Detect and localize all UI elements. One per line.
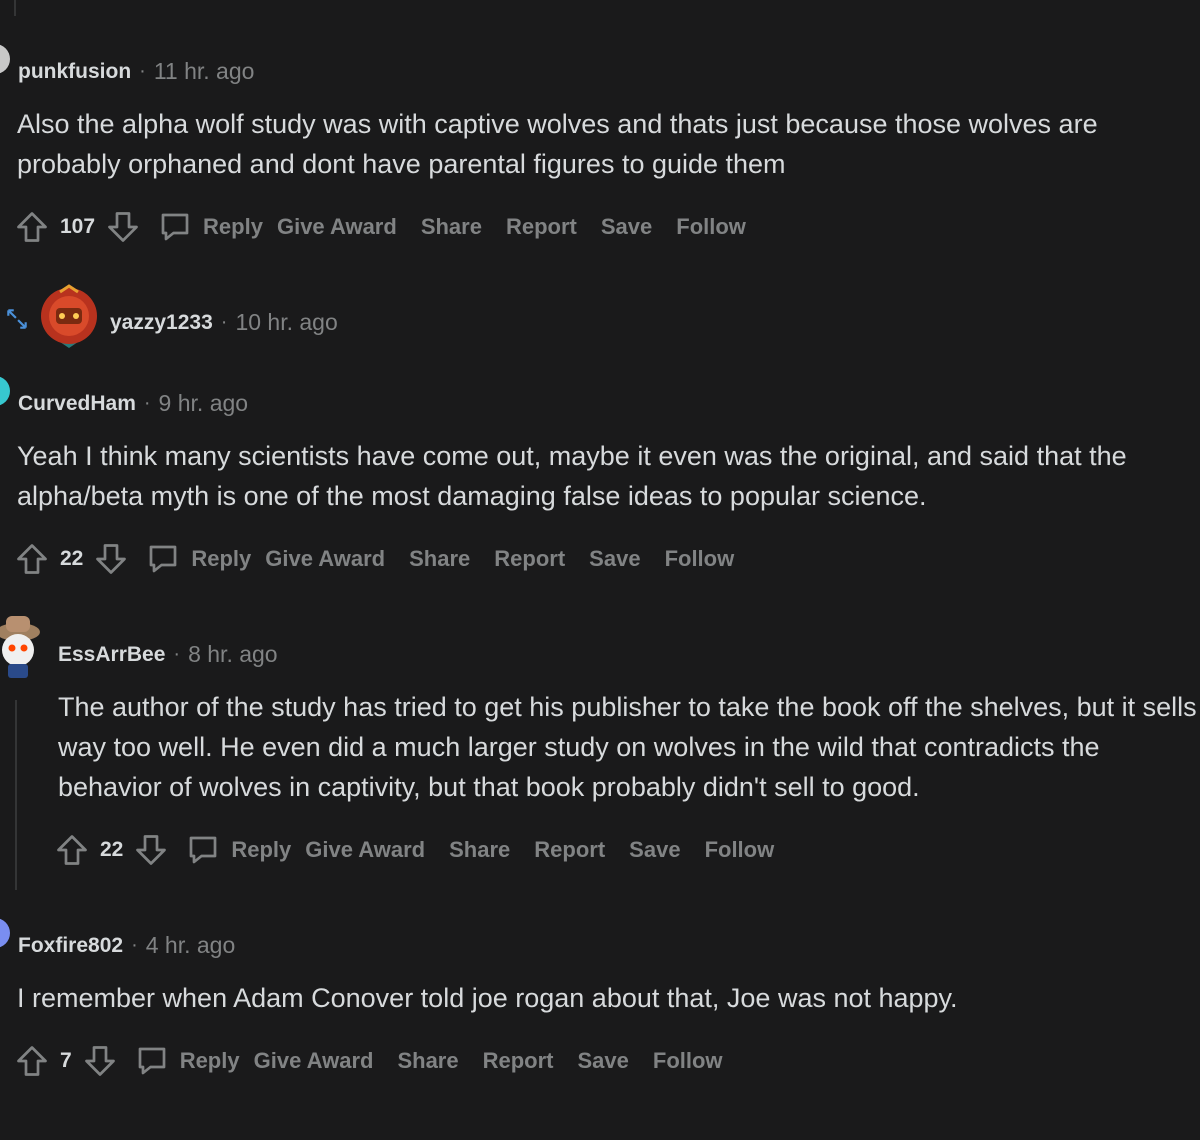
vote-count: 107 — [60, 215, 96, 238]
separator-dot: · — [220, 311, 228, 333]
reply-label: Reply — [179, 1048, 240, 1073]
comment-author[interactable]: punkfusion — [18, 60, 131, 84]
follow-button[interactable]: Follow — [705, 837, 775, 863]
save-button[interactable]: Save — [629, 837, 680, 863]
give-award-button[interactable]: Give Award — [265, 546, 385, 572]
comment-author[interactable]: CurvedHam — [18, 392, 136, 416]
separator-dot: · — [143, 392, 151, 414]
separator-dot: · — [139, 60, 146, 82]
report-button[interactable]: Report — [483, 1048, 554, 1074]
share-button[interactable]: Share — [421, 214, 482, 240]
comment-author[interactable]: Foxfire802 — [18, 934, 123, 958]
give-award-button[interactable]: Give Award — [254, 1048, 374, 1074]
comment-body: Yeah I think many scientists have come o… — [17, 441, 1127, 511]
share-button[interactable]: Share — [397, 1048, 458, 1074]
upvote-icon[interactable] — [14, 1043, 50, 1079]
comment-timestamp[interactable]: 11 hr. ago — [154, 58, 255, 85]
comment-meta: CurvedHam · 9 hr. ago — [18, 390, 248, 417]
reply-label: Reply — [191, 546, 252, 571]
vote-count: 22 — [100, 838, 124, 861]
reply-button[interactable]: Reply — [145, 541, 251, 577]
comment-meta: yazzy1233 · 10 hr. ago — [110, 309, 338, 336]
comment-timestamp[interactable]: 9 hr. ago — [159, 390, 249, 417]
give-award-button[interactable]: Give Award — [305, 837, 425, 863]
upvote-icon[interactable] — [14, 541, 50, 577]
report-button[interactable]: Report — [534, 837, 605, 863]
save-button[interactable]: Save — [578, 1048, 629, 1074]
thread-line — [14, 0, 16, 16]
comment-body: I remember when Adam Conover told joe ro… — [17, 983, 958, 1013]
comment-body: The author of the study has tried to get… — [58, 692, 1197, 802]
save-button[interactable]: Save — [589, 546, 640, 572]
downvote-icon[interactable] — [82, 1043, 118, 1079]
comment-bubble-icon — [185, 832, 221, 868]
comment-meta: EssArrBee · 8 hr. ago — [58, 641, 278, 668]
comment-actions: 107 Reply Give Award Share Report Save F… — [14, 207, 770, 247]
comment-actions: 7 Reply Give Award Share Report Save Fol… — [14, 1041, 747, 1081]
comment-timestamp[interactable]: 4 hr. ago — [146, 932, 236, 959]
comment-bubble-icon — [145, 541, 181, 577]
save-button[interactable]: Save — [601, 214, 652, 240]
share-button[interactable]: Share — [449, 837, 510, 863]
avatar[interactable] — [0, 44, 10, 74]
comment-actions: 22 Reply Give Award Share Report Save Fo… — [54, 830, 798, 870]
comment-meta: punkfusion · 11 hr. ago — [18, 58, 254, 85]
downvote-icon[interactable] — [133, 832, 169, 868]
follow-button[interactable]: Follow — [676, 214, 746, 240]
avatar[interactable] — [0, 376, 10, 406]
comment-author[interactable]: yazzy1233 — [110, 311, 213, 335]
comment-meta: Foxfire802 · 4 hr. ago — [18, 932, 235, 959]
reply-button[interactable]: Reply — [134, 1043, 240, 1079]
comment-body: Also the alpha wolf study was with capti… — [17, 109, 1098, 179]
comment-author[interactable]: EssArrBee — [58, 643, 165, 667]
avatar[interactable] — [38, 284, 100, 355]
thread-line[interactable] — [15, 700, 17, 890]
reply-button[interactable]: Reply — [185, 832, 291, 868]
report-button[interactable]: Report — [506, 214, 577, 240]
upvote-icon[interactable] — [54, 832, 90, 868]
downvote-icon[interactable] — [93, 541, 129, 577]
avatar[interactable] — [0, 610, 44, 685]
avatar[interactable] — [0, 918, 10, 948]
upvote-icon[interactable] — [14, 209, 50, 245]
separator-dot: · — [131, 934, 138, 956]
downvote-icon[interactable] — [105, 209, 141, 245]
report-button[interactable]: Report — [494, 546, 565, 572]
follow-button[interactable]: Follow — [665, 546, 735, 572]
comment-timestamp[interactable]: 10 hr. ago — [235, 309, 337, 336]
comment-actions: 22 Reply Give Award Share Report Save Fo… — [14, 539, 758, 579]
vote-count: 22 — [60, 547, 84, 570]
comment-timestamp[interactable]: 8 hr. ago — [188, 641, 278, 668]
reply-button[interactable]: Reply — [157, 209, 263, 245]
reply-label: Reply — [203, 214, 263, 239]
expand-icon[interactable] — [4, 306, 30, 332]
share-button[interactable]: Share — [409, 546, 470, 572]
follow-button[interactable]: Follow — [653, 1048, 723, 1074]
comment-bubble-icon — [134, 1043, 170, 1079]
comment-bubble-icon — [157, 209, 193, 245]
reply-label: Reply — [231, 837, 292, 862]
vote-count: 7 — [60, 1049, 72, 1072]
give-award-button[interactable]: Give Award — [277, 214, 397, 240]
separator-dot: · — [173, 643, 181, 665]
